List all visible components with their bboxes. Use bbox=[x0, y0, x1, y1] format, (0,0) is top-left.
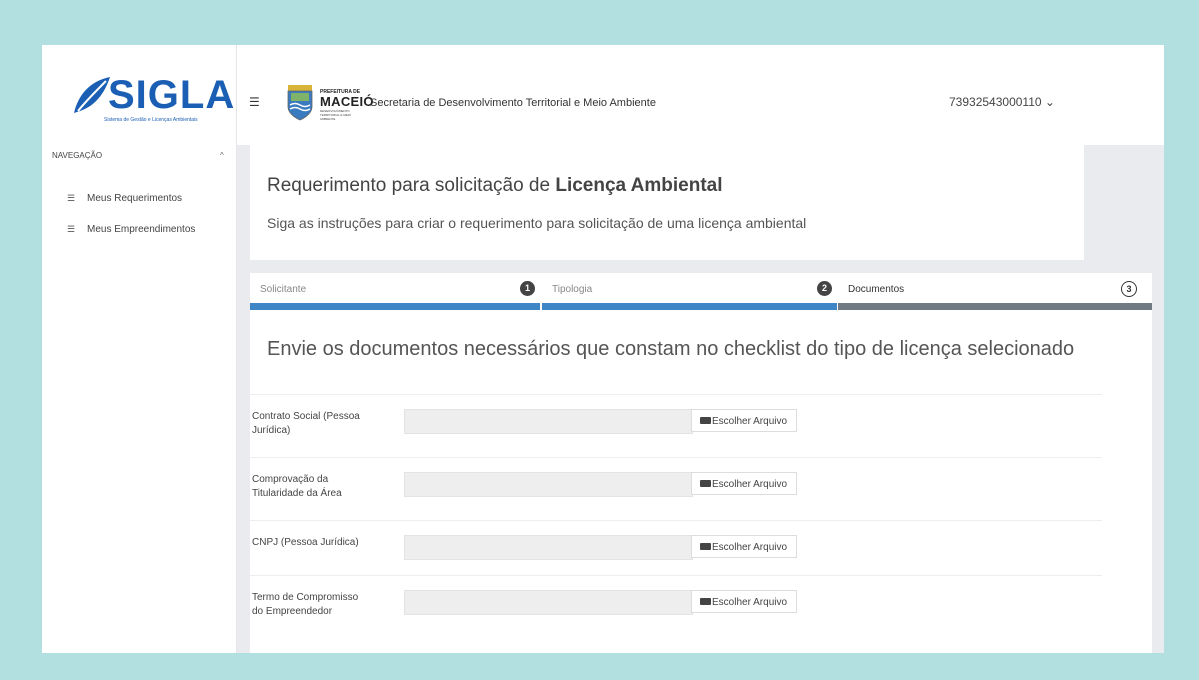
step-progress-bar bbox=[250, 303, 540, 310]
folder-open-icon bbox=[700, 417, 711, 424]
doc-label-termo-compromisso: Termo de Compromisso do Empreendedor bbox=[252, 592, 359, 617]
choose-file-button[interactable]: Escolher Arquivo bbox=[691, 409, 797, 432]
secretaria-title: Secretaria de Desenvolvimento Territoria… bbox=[370, 97, 656, 109]
page-title: Requerimento para solicitação de Licença… bbox=[267, 175, 723, 197]
file-path-field[interactable] bbox=[404, 535, 693, 560]
step-solicitante[interactable]: Solicitante 1 bbox=[250, 273, 541, 310]
step-tipologia[interactable]: Tipologia 2 bbox=[542, 273, 837, 310]
folder-open-icon bbox=[700, 598, 711, 605]
step-label: Tipologia bbox=[552, 284, 593, 295]
sidebar-item-label: Meus Empreendimentos bbox=[87, 224, 196, 235]
sidebar: NAVEGAÇÃO ^ ☰ Meus Requerimentos ☰ Meus Em… bbox=[42, 145, 237, 653]
choose-file-button[interactable]: Escolher Arquivo bbox=[691, 472, 797, 495]
file-path-field[interactable] bbox=[404, 590, 693, 615]
prefeitura-dept: DESENVOLVIMENTO TERRITORIAL E MEIO AMBIE… bbox=[320, 109, 352, 121]
choose-file-label: Escolher Arquivo bbox=[712, 597, 788, 608]
app-window: SIGLA Sistema de Gestão e Licenças Ambie… bbox=[42, 45, 1164, 653]
leaf-icon bbox=[74, 77, 110, 113]
step-progress-bar bbox=[542, 303, 837, 310]
step-number-badge: 1 bbox=[520, 281, 535, 296]
nav-section-title: NAVEGAÇÃO bbox=[52, 151, 103, 160]
divider bbox=[250, 394, 1102, 395]
wizard-card: Solicitante 1 Tipologia 2 Documentos 3 E… bbox=[250, 273, 1152, 653]
divider bbox=[250, 457, 1102, 458]
doc-label-titularidade: Comprovação da Titularidade da Área bbox=[252, 474, 342, 499]
step-number-badge: 3 bbox=[1121, 281, 1137, 297]
sidebar-item-meus-empreendimentos[interactable]: ☰ Meus Empreendimentos bbox=[67, 224, 195, 235]
sidebar-item-label: Meus Requerimentos bbox=[87, 193, 183, 204]
section-title: Envie os documentos necessários que cons… bbox=[267, 338, 1075, 360]
choose-file-button[interactable]: Escolher Arquivo bbox=[691, 590, 797, 613]
brand-area[interactable]: SIGLA Sistema de Gestão e Licenças Ambie… bbox=[42, 45, 237, 145]
collapse-caret-icon[interactable]: ^ bbox=[220, 151, 224, 160]
title-card: Requerimento para solicitação de Licença… bbox=[250, 145, 1084, 260]
list-icon: ☰ bbox=[67, 193, 76, 203]
user-menu[interactable]: 73932543000110 ⌄ bbox=[949, 95, 1055, 109]
main-content: Requerimento para solicitação de Licença… bbox=[237, 145, 1164, 653]
choose-file-label: Escolher Arquivo bbox=[712, 416, 788, 427]
divider bbox=[250, 520, 1102, 521]
choose-file-button[interactable]: Escolher Arquivo bbox=[691, 535, 797, 558]
step-progress-bar bbox=[838, 303, 1152, 310]
step-label: Documentos bbox=[848, 284, 905, 295]
choose-file-label: Escolher Arquivo bbox=[712, 542, 788, 553]
divider bbox=[250, 575, 1102, 576]
file-path-field[interactable] bbox=[404, 409, 693, 434]
doc-label-cnpj: CNPJ (Pessoa Jurídica) bbox=[252, 537, 359, 548]
sidebar-item-meus-requerimentos[interactable]: ☰ Meus Requerimentos bbox=[67, 193, 182, 204]
step-number-badge: 2 bbox=[817, 281, 832, 296]
step-label: Solicitante bbox=[260, 284, 307, 295]
logo-subtitle: Sistema de Gestão e Licenças Ambientais bbox=[104, 117, 198, 123]
step-documentos[interactable]: Documentos 3 bbox=[838, 273, 1152, 310]
list-icon: ☰ bbox=[67, 224, 76, 234]
folder-open-icon bbox=[700, 543, 711, 550]
top-header: SIGLA Sistema de Gestão e Licenças Ambie… bbox=[42, 45, 1164, 145]
folder-open-icon bbox=[700, 480, 711, 487]
page-title-bold: Licença Ambiental bbox=[555, 175, 723, 196]
doc-label-contrato-social: Contrato Social (Pessoa Jurídica) bbox=[252, 411, 360, 436]
file-path-field[interactable] bbox=[404, 472, 693, 497]
menu-toggle-icon[interactable]: ☰ bbox=[249, 95, 260, 109]
logo-text: SIGLA bbox=[108, 73, 236, 117]
city-name: MACEIÓ bbox=[320, 94, 374, 109]
maceio-coat-of-arms-icon bbox=[287, 85, 313, 121]
page-subtitle: Siga as instruções para criar o requerim… bbox=[267, 215, 807, 231]
choose-file-label: Escolher Arquivo bbox=[712, 479, 788, 490]
page-title-prefix: Requerimento para solicitação de bbox=[267, 175, 551, 196]
